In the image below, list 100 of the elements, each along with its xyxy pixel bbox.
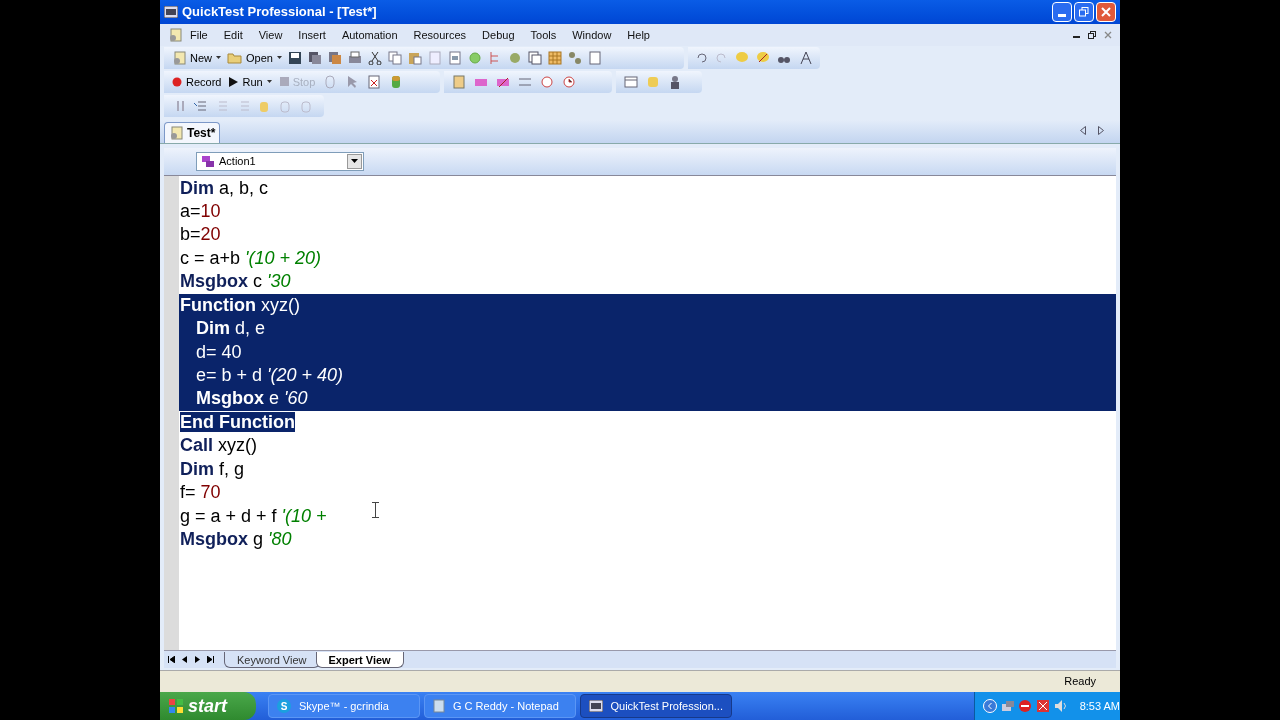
clipboard-icon[interactable] <box>587 50 602 65</box>
windows-logo-icon <box>168 698 184 714</box>
menu-item[interactable]: Automation <box>341 26 398 44</box>
minimize-button[interactable] <box>1052 1 1072 22</box>
clock-icon[interactable] <box>540 74 554 89</box>
taskbar-button[interactable]: QuickTest Profession... <box>580 694 732 718</box>
code-line: b=20 <box>180 224 221 245</box>
scroll-left-icon[interactable] <box>1080 125 1086 135</box>
stop-icon <box>279 77 289 87</box>
play-icon <box>229 76 239 87</box>
clock: 8:53 AM <box>1079 698 1121 714</box>
caret-icon <box>266 80 272 84</box>
close-icon <box>1101 6 1111 17</box>
menu-item[interactable]: File <box>190 26 208 44</box>
minimize-icon <box>1058 13 1066 17</box>
restore-button[interactable] <box>1074 1 1094 22</box>
caret-icon <box>351 159 358 164</box>
open-button[interactable]: Open <box>227 49 282 67</box>
run-button[interactable]: Run <box>229 73 272 91</box>
bricks-icon <box>201 154 215 168</box>
code-line: c = a+b '(10 + 20) <box>180 247 322 268</box>
documents-icon[interactable] <box>307 50 322 65</box>
app-icon <box>164 5 178 18</box>
caret-icon <box>216 56 221 60</box>
gear-document-icon <box>169 125 183 140</box>
no-entry-icon[interactable] <box>1018 699 1033 713</box>
action-dropdown[interactable]: Action1 <box>196 151 364 171</box>
app-icon <box>589 700 603 712</box>
document-icon[interactable] <box>367 74 382 89</box>
copy-icon[interactable] <box>387 50 402 65</box>
documents-icon[interactable] <box>327 50 342 65</box>
text-cursor-icon <box>372 501 379 518</box>
code-line: a=10 <box>180 200 221 221</box>
step-into-icon[interactable] <box>193 98 207 113</box>
code-line: g = a + d + f '(10 + <box>180 505 327 526</box>
previous-page-icon[interactable] <box>181 656 188 664</box>
menu-item[interactable]: Insert <box>298 26 326 44</box>
code-editor[interactable]: Dim a, b, c a=10 b=20 c = a+b '(10 + 20) Msgbox c '30 Function xyz() Dim d, e d= 40 e= b + d '(20 + 40) Msgbox e '60 End Function Call xyz() Dim f, g f= 70 g = a + d + f '(10 + Msgbox g '80 <box>164 175 1116 651</box>
menu-item[interactable]: View <box>258 26 283 44</box>
status-text: Ready <box>1064 674 1096 690</box>
close-button[interactable] <box>1096 1 1116 22</box>
code-line: Msgbox g '80 <box>180 529 292 550</box>
menu-item[interactable]: Tools <box>530 26 557 44</box>
restore-icon <box>1079 6 1089 17</box>
first-page-icon[interactable] <box>168 656 175 664</box>
paste-icon[interactable] <box>407 50 422 65</box>
start-button[interactable]: start <box>160 692 256 720</box>
document-tab[interactable]: Test* <box>164 121 221 143</box>
clock-icon[interactable] <box>562 74 576 89</box>
view-tab[interactable]: Expert View <box>315 651 404 668</box>
code-line: f= 70 <box>180 482 221 503</box>
window-title: QuickTest Professional - [Test*] <box>182 3 377 22</box>
record-icon <box>172 76 182 87</box>
taskbar-button[interactable]: G C Reddy - Notepad <box>424 694 576 718</box>
undo-icon[interactable] <box>696 51 708 64</box>
menu-item[interactable]: Help <box>627 26 650 44</box>
person-icon[interactable] <box>668 74 682 89</box>
printer-icon[interactable] <box>347 50 362 65</box>
last-page-icon[interactable] <box>207 656 214 664</box>
code-line: Dim a, b, c <box>180 177 269 198</box>
view-tab[interactable]: Keyword View <box>224 651 320 668</box>
nodes-icon[interactable] <box>567 50 582 65</box>
window-icon[interactable] <box>624 74 638 89</box>
code-line: Call xyz() <box>180 435 257 456</box>
code-line: Msgbox c '30 <box>180 271 291 292</box>
new-button[interactable]: New <box>172 49 221 67</box>
code-line: Dim d, e <box>196 318 266 339</box>
code-line: d= 40 <box>196 341 242 362</box>
documents-icon[interactable] <box>527 50 542 65</box>
document-icon[interactable] <box>447 50 462 65</box>
restore-icon[interactable] <box>1088 30 1096 39</box>
folder-icon <box>227 51 242 65</box>
gear-document-icon <box>168 27 182 42</box>
font-icon[interactable] <box>798 50 812 65</box>
scissors-icon[interactable] <box>367 50 382 65</box>
record-button[interactable]: Record <box>172 73 222 91</box>
save-icon[interactable] <box>287 50 302 65</box>
close-icon[interactable] <box>1104 30 1112 39</box>
app-icon: S <box>277 699 291 713</box>
menu-item[interactable]: Resources <box>413 26 467 44</box>
speaker-icon[interactable] <box>1053 699 1068 713</box>
pause-icon[interactable] <box>176 99 186 112</box>
taskbar-button[interactable]: S Skype™ - gcrindia <box>268 694 420 718</box>
notepad-icon <box>433 699 445 713</box>
dropdown-button[interactable] <box>347 153 362 169</box>
code-line: e= b + d '(20 + 40) <box>196 365 344 385</box>
action-name: Action1 <box>219 153 256 169</box>
menu-item[interactable]: Edit <box>223 26 243 44</box>
chevron-icon[interactable] <box>983 699 997 713</box>
menu-item[interactable]: Window <box>572 26 612 44</box>
gear-document-icon <box>172 50 186 65</box>
grid-icon[interactable] <box>547 50 562 65</box>
code-line: Function xyz() <box>180 294 300 315</box>
caret-icon <box>276 56 282 60</box>
code-line: Dim f, g <box>180 458 245 479</box>
next-page-icon[interactable] <box>194 656 201 664</box>
scroll-right-icon[interactable] <box>1098 125 1104 135</box>
mouse-icon[interactable] <box>323 74 338 89</box>
menu-item[interactable]: Debug <box>482 26 515 44</box>
code-line: Msgbox e '60 <box>196 388 308 409</box>
